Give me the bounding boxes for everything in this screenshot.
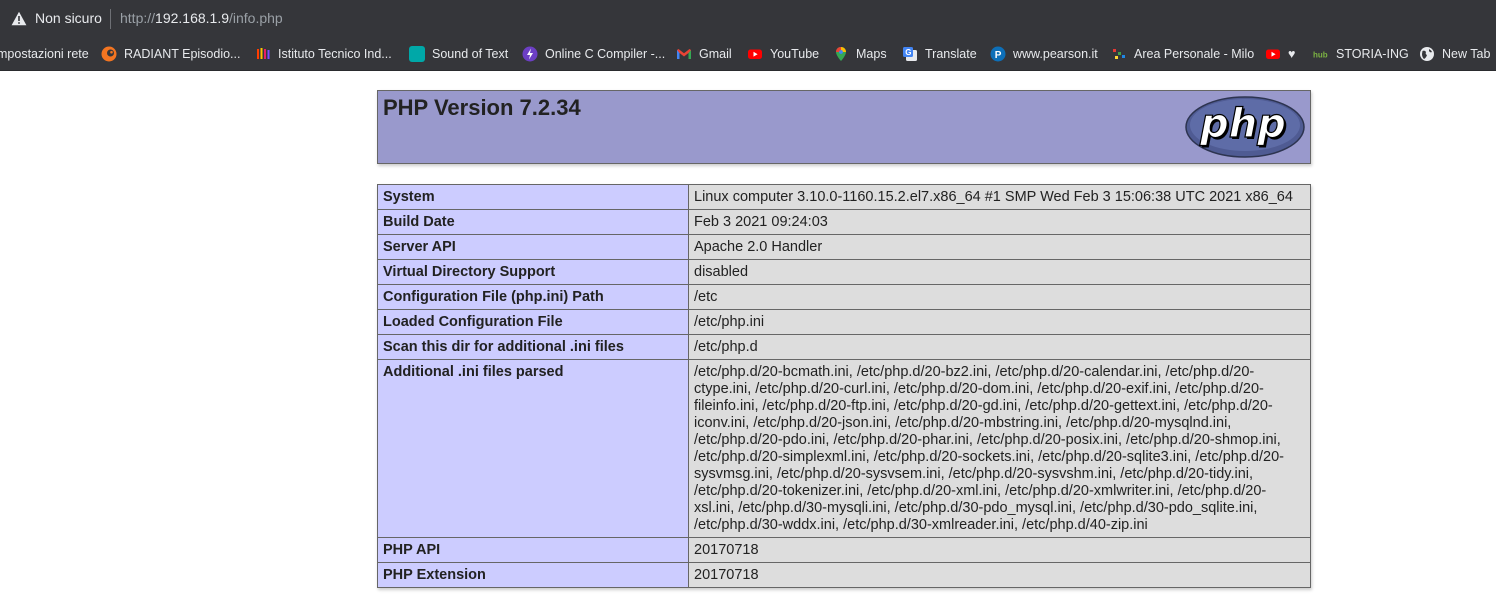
table-row: Virtual Directory Support disabled xyxy=(377,259,1311,285)
bookmark-label: Gmail xyxy=(699,46,732,61)
row-label: Configuration File (php.ini) Path xyxy=(377,284,689,310)
warning-icon[interactable] xyxy=(11,11,27,26)
address-bar: Non sicuro http://192.168.1.9/info.php xyxy=(0,0,1496,37)
url-host: 192.168.1.9 xyxy=(155,10,229,26)
school-icon xyxy=(257,47,270,59)
row-label: Server API xyxy=(377,234,689,260)
php-info-table: System Linux computer 3.10.0-1160.15.2.el… xyxy=(377,184,1311,588)
table-row: System Linux computer 3.10.0-1160.15.2.el… xyxy=(377,184,1311,210)
table-row: PHP API 20170718 xyxy=(377,537,1311,563)
row-label: System xyxy=(377,184,689,210)
bookmark-label: Sound of Text xyxy=(432,46,509,61)
row-value: /etc/php.ini xyxy=(688,309,1311,335)
youtube-icon xyxy=(1266,49,1280,59)
bookmark-pearson[interactable]: P www.pearson.it xyxy=(990,37,1098,70)
svg-text:hub: hub xyxy=(1313,50,1328,59)
bookmark-label: STORIA-ING xyxy=(1336,46,1409,61)
row-value: /etc/php.d xyxy=(688,334,1311,360)
table-row: Build Date Feb 3 2021 09:24:03 xyxy=(377,209,1311,235)
pearson-icon: P xyxy=(990,46,1006,61)
svg-text:P: P xyxy=(995,49,1002,60)
bookmark-label: mpostazioni rete xyxy=(0,46,89,61)
php-version-header: PHP Version 7.2.34 php php xyxy=(377,90,1311,164)
row-value: disabled xyxy=(688,259,1311,285)
row-label: PHP API xyxy=(377,537,689,563)
bookmark-youtube-heart[interactable]: ♥ xyxy=(1265,37,1295,70)
row-label: Virtual Directory Support xyxy=(377,259,689,285)
svg-text:G: G xyxy=(905,48,911,57)
bookmark-label: New Tab xyxy=(1442,46,1491,61)
maps-icon xyxy=(836,46,846,61)
row-label: Build Date xyxy=(377,209,689,235)
row-value: 20170718 xyxy=(688,562,1311,588)
table-row: PHP Extension 20170718 xyxy=(377,562,1311,588)
crunchyroll-icon xyxy=(101,46,117,61)
url-path: /info.php xyxy=(229,10,283,26)
table-row: Server API Apache 2.0 Handler xyxy=(377,234,1311,260)
bookmark-new-tab[interactable]: New Tab xyxy=(1419,37,1490,70)
bookmark-translate[interactable]: G Translate xyxy=(902,37,977,70)
table-row: Additional .ini files parsed/etc/php.d/2… xyxy=(377,359,1311,538)
bookmark-storia-ing[interactable]: hub STORIA-ING xyxy=(1313,37,1409,70)
url-field[interactable]: http://192.168.1.9/info.php xyxy=(120,10,283,26)
bookmark-label: Istituto Tecnico Ind... xyxy=(278,46,392,61)
php-logo[interactable]: php php xyxy=(1184,95,1306,159)
bookmark-label: Maps xyxy=(856,46,887,61)
sound-of-text-icon xyxy=(409,45,425,62)
row-value: Feb 3 2021 09:24:03 xyxy=(688,209,1311,235)
hub-icon: hub xyxy=(1313,50,1328,59)
milo-icon xyxy=(1113,48,1125,59)
bookmark-area-personale-milo[interactable]: Area Personale - Milo xyxy=(1111,37,1254,70)
bookmark-online-c-compiler[interactable]: Online C Compiler -... xyxy=(522,37,665,70)
security-status-label[interactable]: Non sicuro xyxy=(35,10,102,26)
bookmark-gmail[interactable]: Gmail xyxy=(676,37,732,70)
bookmark-istituto-tecnico[interactable]: Istituto Tecnico Ind... xyxy=(255,37,392,70)
bookmark-maps[interactable]: Maps xyxy=(833,37,887,70)
bookmark-label: Online C Compiler -... xyxy=(545,46,666,61)
bolt-icon xyxy=(522,46,538,61)
youtube-icon xyxy=(748,49,762,59)
row-label: Scan this dir for additional .ini files xyxy=(377,334,689,360)
page-title: PHP Version 7.2.34 xyxy=(383,95,581,120)
row-value: Apache 2.0 Handler xyxy=(688,234,1311,260)
bookmark-label: RADIANT Episodio... xyxy=(124,46,241,61)
address-divider xyxy=(110,9,111,29)
table-row: Scan this dir for additional .ini files /… xyxy=(377,334,1311,360)
row-value: /etc xyxy=(688,284,1311,310)
url-scheme: http:// xyxy=(120,10,156,26)
bookmark-label: YouTube xyxy=(770,46,820,61)
gmail-icon xyxy=(677,48,691,59)
bookmark-label: Area Personale - Milo xyxy=(1134,46,1255,61)
php-info-table-body: System Linux computer 3.10.0-1160.15.2.el… xyxy=(377,184,1311,588)
bookmark-label: www.pearson.it xyxy=(1013,46,1098,61)
php-logo-text-front: php xyxy=(1199,101,1286,147)
table-row: Configuration File (php.ini) Path/etc xyxy=(377,284,1311,310)
bookmark-youtube[interactable]: YouTube xyxy=(747,37,819,70)
table-row: Loaded Configuration File/etc/php.ini xyxy=(377,309,1311,335)
globe-icon xyxy=(1420,46,1434,61)
bookmark-sound-of-text[interactable]: Sound of Text xyxy=(409,37,508,70)
row-label: Loaded Configuration File xyxy=(377,309,689,335)
bookmark-label: Translate xyxy=(925,46,977,61)
bookmark-radiant[interactable]: RADIANT Episodio... xyxy=(101,37,240,70)
row-value: /etc/php.d/20-bcmath.ini, /etc/php.d/20-… xyxy=(688,359,1311,538)
row-value: Linux computer 3.10.0-1160.15.2.el7.x86_… xyxy=(688,184,1311,210)
bookmarks-bar: mpostazioni rete RADIANT Episodio... Ist… xyxy=(0,37,1496,71)
row-value: 20170718 xyxy=(688,537,1311,563)
bookmark-impostazioni-rete[interactable]: mpostazioni rete xyxy=(0,37,89,70)
bookmark-label: ♥ xyxy=(1288,46,1296,61)
row-label: Additional .ini files parsed xyxy=(377,359,689,538)
translate-icon: G xyxy=(903,46,917,61)
row-label: PHP Extension xyxy=(377,562,689,588)
